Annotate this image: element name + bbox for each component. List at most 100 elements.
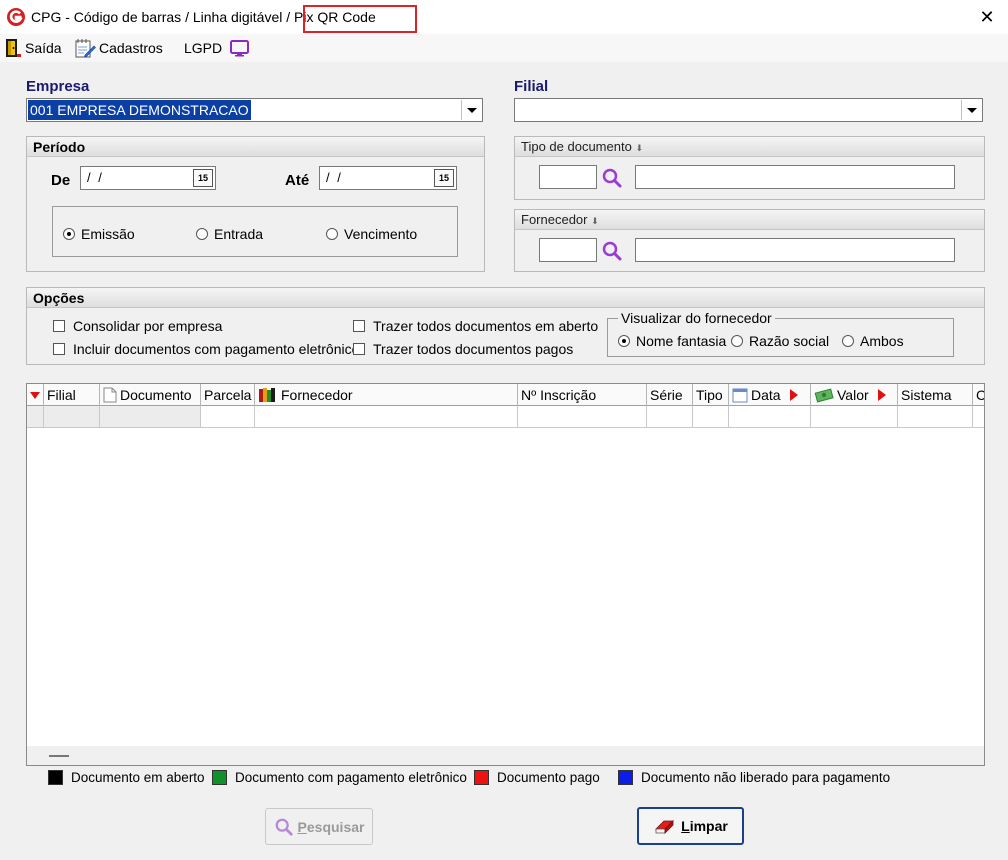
col-tipo[interactable]: Tipo — [693, 384, 729, 406]
col-c[interactable]: C — [973, 384, 984, 406]
calendar-icon[interactable]: 15 — [434, 169, 454, 187]
ate-label: Até — [285, 172, 310, 189]
opcoes-group: Opções Consolidar por empresa Incluir do… — [26, 287, 985, 365]
cell-data[interactable] — [729, 406, 811, 427]
cell-filial[interactable] — [44, 406, 100, 427]
document-icon — [103, 387, 117, 403]
radio-razao-social-label: Razão social — [749, 333, 830, 349]
search-icon[interactable] — [601, 240, 623, 262]
limpar-button[interactable]: Limpar — [637, 807, 744, 845]
chevron-down-icon[interactable] — [961, 100, 981, 120]
row-indicator-cell — [27, 406, 44, 427]
radio-razao-social[interactable]: Razão social — [731, 333, 829, 349]
close-button[interactable]: ✕ — [974, 5, 1000, 29]
menu-cadastros[interactable]: Cadastros — [74, 37, 163, 59]
legend-swatch — [212, 770, 227, 785]
chevron-down-icon[interactable] — [461, 100, 481, 120]
col-data[interactable]: Data — [729, 384, 811, 406]
legend-pago: Documento pago — [474, 770, 600, 785]
legend-aberto-label: Documento em aberto — [71, 770, 205, 785]
cell-valor[interactable] — [811, 406, 898, 427]
de-date-input[interactable]: / / 15 — [80, 166, 216, 190]
table-row[interactable] — [27, 406, 984, 428]
title-highlight-box — [303, 5, 417, 33]
menu-saida[interactable]: Saída — [4, 37, 62, 59]
cell-tipo[interactable] — [693, 406, 729, 427]
radio-dot — [618, 335, 630, 347]
legend-eletronico-label: Documento com pagamento eletrônico — [235, 770, 467, 785]
col-filial-label: Filial — [47, 387, 76, 403]
ate-date-input[interactable]: / / 15 — [319, 166, 457, 190]
window-title-prefix: CPG - Código de barras / Linha digitável… — [31, 9, 291, 25]
de-date-value: / / — [87, 170, 104, 185]
col-serie-label: Série — [650, 387, 683, 403]
radio-ambos[interactable]: Ambos — [842, 333, 904, 349]
radio-entrada-label: Entrada — [214, 226, 264, 242]
radio-entrada[interactable]: Entrada — [196, 226, 263, 242]
check-incluir-eletronico[interactable]: Incluir documentos com pagamento eletrôn… — [53, 341, 359, 357]
documents-grid[interactable]: Filial Documento Parcela Fornecedor Nº I… — [26, 383, 985, 766]
col-sistema[interactable]: Sistema — [898, 384, 973, 406]
cell-documento[interactable] — [100, 406, 201, 427]
pesquisar-button[interactable]: Pesquisar — [265, 808, 373, 845]
col-filial[interactable]: Filial — [44, 384, 100, 406]
check-todos-pagos[interactable]: Trazer todos documentos pagos — [353, 341, 573, 357]
horizontal-scrollbar[interactable] — [27, 746, 984, 765]
fornecedor-code-input[interactable] — [539, 238, 597, 262]
col-serie[interactable]: Série — [647, 384, 693, 406]
cell-serie[interactable] — [647, 406, 693, 427]
radio-dot — [63, 228, 75, 240]
col-fornecedor[interactable]: Fornecedor — [255, 384, 518, 406]
radio-ambos-label: Ambos — [860, 333, 904, 349]
col-parcela[interactable]: Parcela — [201, 384, 255, 406]
radio-vencimento[interactable]: Vencimento — [326, 226, 417, 242]
empresa-select[interactable]: 001 EMPRESA DEMONSTRACAO — [26, 98, 483, 122]
legend-swatch — [618, 770, 633, 785]
sort-arrow-icon: ⬇ — [635, 143, 643, 153]
menu-bar: Saída Cadastros LGPD — [0, 34, 1008, 62]
title-bar: CPG - Código de barras / Linha digitável… — [0, 0, 1008, 34]
col-inscricao[interactable]: Nº Inscrição — [518, 384, 647, 406]
sort-right-icon — [789, 389, 798, 401]
check-consolidar[interactable]: Consolidar por empresa — [53, 318, 222, 334]
limpar-rest: impar — [689, 818, 728, 834]
fornecedor-title: Fornecedor ⬇ — [515, 210, 984, 230]
legend-nao-liberado-label: Documento não liberado para pagamento — [641, 770, 891, 785]
monitor-icon — [230, 40, 250, 57]
menu-lgpd[interactable]: LGPD — [184, 37, 251, 59]
check-todos-aberto[interactable]: Trazer todos documentos em aberto — [353, 318, 598, 334]
tipo-documento-desc-input[interactable] — [635, 165, 955, 189]
checkbox — [53, 320, 65, 332]
eraser-icon — [655, 820, 675, 834]
cell-parcela[interactable] — [201, 406, 255, 427]
col-data-label: Data — [751, 387, 781, 403]
row-indicator-header[interactable] — [27, 384, 44, 406]
scrollbar-thumb[interactable] — [49, 755, 69, 757]
tipo-documento-code-input[interactable] — [539, 165, 597, 189]
legend-swatch — [474, 770, 489, 785]
search-icon[interactable] — [601, 167, 623, 189]
ate-date-value: / / — [326, 170, 343, 185]
sort-right-icon — [877, 389, 886, 401]
col-documento[interactable]: Documento — [100, 384, 201, 406]
calendar-icon[interactable]: 15 — [193, 169, 213, 187]
filial-select[interactable] — [514, 98, 983, 122]
cell-sistema[interactable] — [898, 406, 973, 427]
radio-dot — [326, 228, 338, 240]
check-consolidar-label: Consolidar por empresa — [73, 318, 223, 334]
radio-emissao[interactable]: Emissão — [63, 226, 135, 242]
notepad-icon — [75, 39, 96, 58]
cell-fornecedor[interactable] — [255, 406, 518, 427]
periodo-options-box: Emissão Entrada Vencimento — [52, 206, 458, 257]
radio-dot — [731, 335, 743, 347]
visualizar-fornecedor-title: Visualizar do fornecedor — [618, 310, 775, 326]
col-valor[interactable]: Valor — [811, 384, 898, 406]
col-documento-label: Documento — [120, 387, 192, 403]
opcoes-title: Opções — [27, 288, 984, 308]
menu-lgpd-label: LGPD — [184, 40, 223, 56]
periodo-title: Período — [27, 137, 484, 157]
radio-nome-fantasia[interactable]: Nome fantasia — [618, 333, 726, 349]
radio-emissao-label: Emissão — [81, 226, 135, 242]
cell-inscricao[interactable] — [518, 406, 647, 427]
fornecedor-desc-input[interactable] — [635, 238, 955, 262]
